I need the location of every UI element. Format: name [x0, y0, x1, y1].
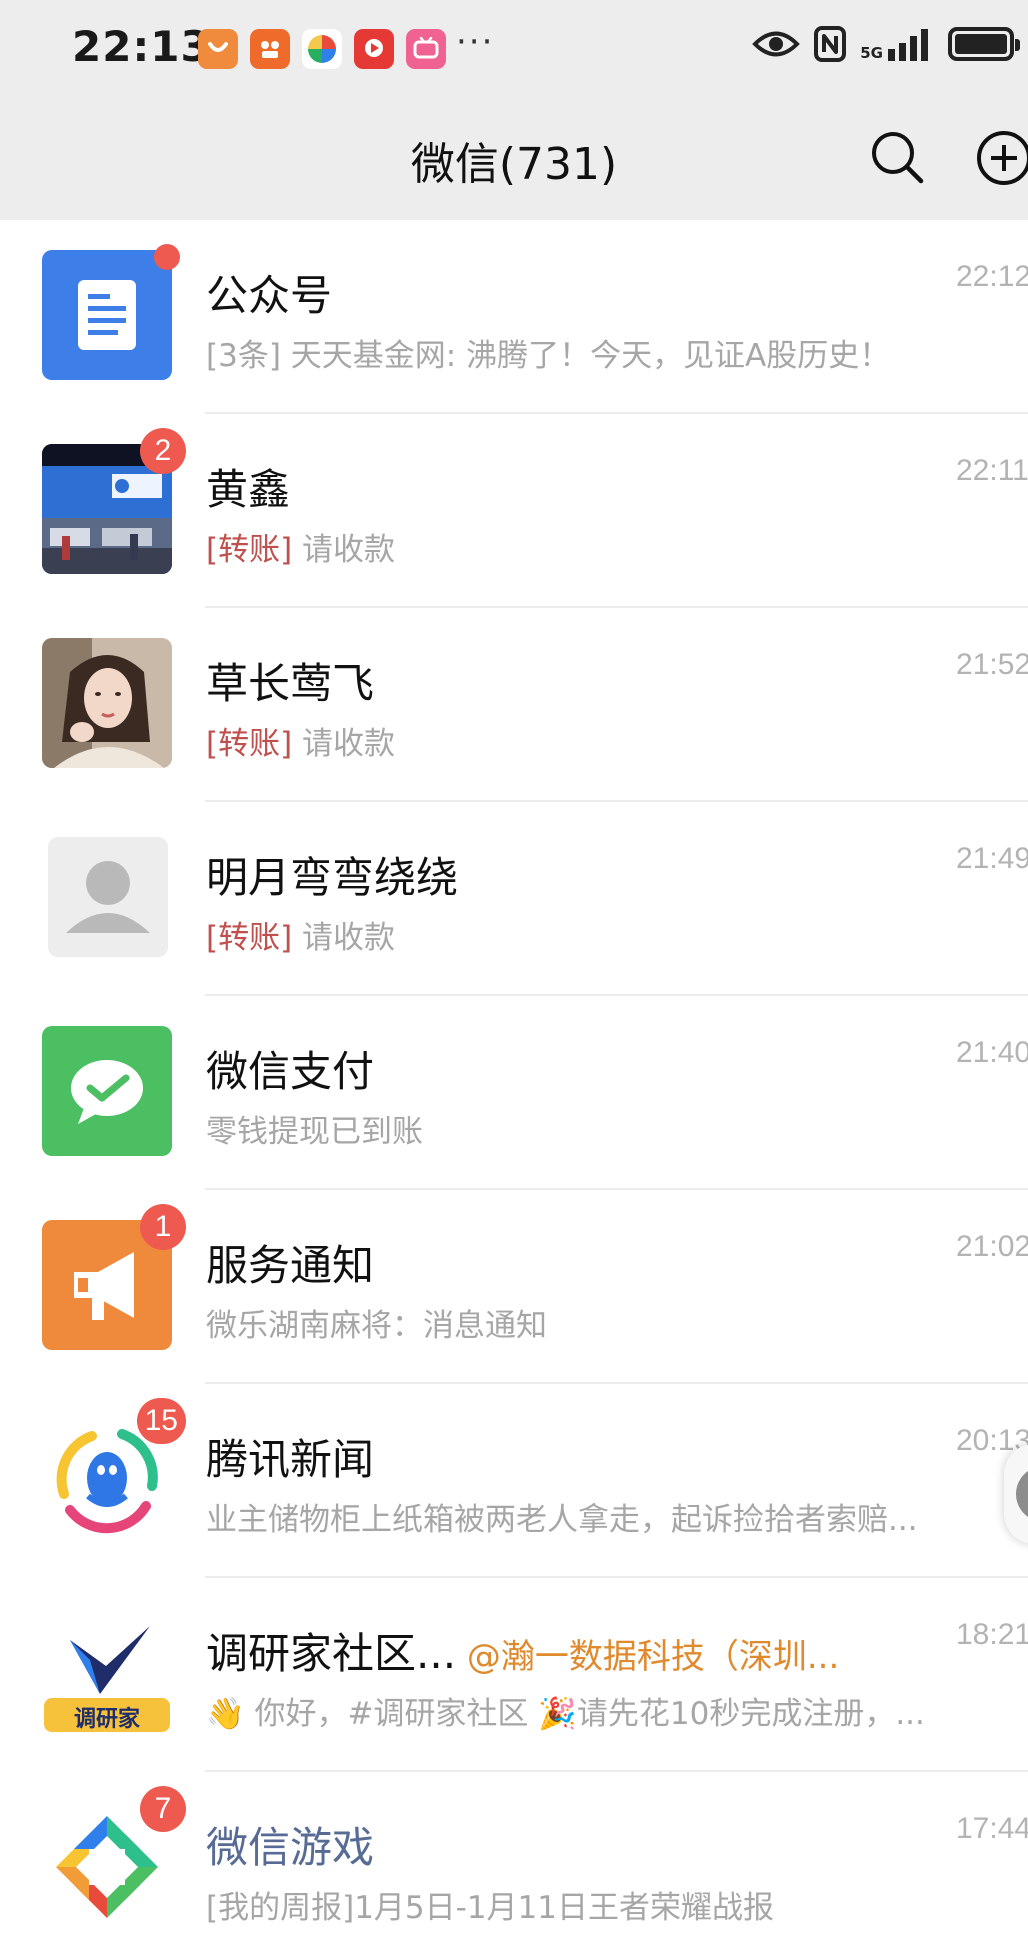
avatar-container: 2 [42, 428, 186, 574]
chat-preview-text: 请收款 [292, 920, 396, 956]
chat-name: 微信游戏 [206, 1823, 375, 1872]
transfer-tag: [转账] [206, 920, 293, 956]
unread-badge: 15 [136, 1398, 186, 1444]
chat-time: 18:21 [956, 1618, 1028, 1651]
chat-time: 22:12 [956, 260, 1028, 293]
mention-text: @瀚一数据科技（深圳... [456, 1637, 840, 1677]
chat-row-official-accounts[interactable]: 公众号 [3条] 天天基金网: 沸腾了！今天，见证A股历史！ 22:12 [0, 220, 1028, 414]
battery-icon [948, 27, 1020, 61]
chat-name: 腾讯新闻 [206, 1435, 375, 1484]
chat-preview: 微乐湖南麻将：消息通知 [206, 1300, 996, 1345]
video-app-icon [250, 29, 290, 69]
chat-name: 明月弯弯绕绕 [206, 853, 459, 902]
colorful-app-icon [302, 29, 342, 69]
avatar-container [42, 244, 180, 380]
transfer-tag: [转账] [206, 726, 293, 762]
status-bar: 22:13 ··· 5G [0, 0, 1028, 100]
official-accounts-icon [42, 250, 172, 380]
chat-preview: [3条] 天天基金网: 沸腾了！今天，见证A股历史！ [206, 330, 996, 375]
unread-badge: 2 [140, 428, 186, 474]
chat-preview-text: 👋 你好，#调研家社区 🎉请先花10秒完成注册，... [206, 1696, 925, 1732]
chat-preview: 业主储物柜上纸箱被两老人拿走，起诉捡拾者索赔... [206, 1494, 996, 1539]
avatar-container [42, 1026, 172, 1156]
taobao-icon [198, 29, 238, 69]
add-circle-icon[interactable] [974, 128, 1028, 188]
chat-row-diaoyanjia[interactable]: 调研家 调研家社区... @瀚一数据科技（深圳... 👋 你好，#调研家社区 🎉… [0, 1578, 1028, 1772]
transfer-tag: [转账] [206, 532, 293, 568]
unread-badge: 7 [140, 1786, 186, 1832]
chat-name: 微信支付 [206, 1047, 375, 1096]
chat-preview-text: 请收款 [292, 726, 396, 762]
chat-preview-text: 零钱提现已到账 [206, 1114, 423, 1150]
chat-row-tencent-news[interactable]: 15 腾讯新闻 业主储物柜上纸箱被两老人拿走，起诉捡拾者索赔... 20:13 [0, 1384, 1028, 1578]
floating-window-icon [1016, 1466, 1028, 1522]
chat-row-huangxin[interactable]: 2 黄鑫 [转账] 请收款 22:11 [0, 414, 1028, 608]
chat-list: 公众号 [3条] 天天基金网: 沸腾了！今天，见证A股历史！ 22:12 2 黄… [0, 220, 1028, 1957]
signal-icon: 5G [860, 27, 934, 61]
chat-time: 21:02 [956, 1230, 1028, 1263]
chat-name: 服务通知 [206, 1241, 375, 1290]
chat-name-text: 调研家社区... [206, 1629, 457, 1678]
chat-preview: [转账] 请收款 [206, 718, 996, 763]
status-right-icons: 5G [752, 26, 1020, 62]
avatar-container [42, 832, 172, 962]
chat-name: 公众号 [206, 271, 333, 320]
diaoyanjia-logo: 调研家 [42, 1608, 172, 1738]
nfc-icon [814, 26, 847, 62]
avatar-container [42, 638, 172, 768]
chat-preview: [转账] 请收款 [206, 524, 996, 569]
eye-icon [752, 31, 801, 57]
search-icon[interactable] [868, 128, 926, 186]
diaoyanjia-logo-text: 调研家 [73, 1707, 140, 1732]
chat-name: 黄鑫 [206, 465, 291, 514]
video-red-icon [354, 29, 394, 69]
chat-preview-text: 业主储物柜上纸箱被两老人拿走，起诉捡拾者索赔... [206, 1502, 918, 1538]
chat-time: 21:40 [956, 1036, 1028, 1069]
chat-time: 21:49 [956, 842, 1028, 875]
chat-row-mingyue[interactable]: 明月弯弯绕绕 [转账] 请收款 21:49 [0, 802, 1028, 996]
floating-window-handle[interactable] [1004, 1444, 1028, 1544]
chat-row-wechat-pay[interactable]: 微信支付 零钱提现已到账 21:40 [0, 996, 1028, 1190]
chat-name: 调研家社区... @瀚一数据科技（深圳... [206, 1620, 839, 1681]
chat-time: 17:44 [956, 1812, 1028, 1845]
chat-preview-text: [我的周报]1月5日-1月11日王者荣耀战报 [206, 1890, 774, 1926]
chat-time: 22:11 [956, 454, 1028, 487]
status-more: ··· [456, 22, 495, 62]
status-app-icons [198, 29, 446, 69]
avatar-container: 调研家 [42, 1608, 172, 1738]
chat-row-caochangyingfei[interactable]: 草长莺飞 [转账] 请收款 21:52 [0, 608, 1028, 802]
nav-bar: 微信(731) [0, 100, 1028, 220]
avatar-container: 15 [42, 1398, 186, 1544]
wechat-screen: 22:13 ··· 5G 微信(731) 公众号 [3条] 天天基金网: 沸腾了… [0, 0, 1028, 1957]
chat-preview: 零钱提现已到账 [206, 1106, 996, 1151]
avatar-container: 7 [42, 1786, 186, 1932]
chat-time: 21:52 [956, 648, 1028, 681]
photo-avatar [42, 638, 172, 768]
chat-row-wechat-game[interactable]: 7 微信游戏 [我的周报]1月5日-1月11日王者荣耀战报 17:44 [0, 1772, 1028, 1957]
unread-badge: 1 [140, 1204, 186, 1250]
unread-dot [154, 244, 180, 270]
chat-preview: [转账] 请收款 [206, 912, 996, 957]
wechat-pay-icon [42, 1026, 172, 1156]
chat-preview-text: 请收款 [292, 532, 396, 568]
chat-preview: [我的周报]1月5日-1月11日王者荣耀战报 [206, 1882, 996, 1927]
bilibili-icon [406, 29, 446, 69]
chat-name: 草长莺飞 [206, 659, 375, 708]
chat-preview-text: [3条] 天天基金网: 沸腾了！今天，见证A股历史！ [206, 338, 891, 374]
avatar-container: 1 [42, 1204, 186, 1350]
chat-preview: 👋 你好，#调研家社区 🎉请先花10秒完成注册，... [206, 1688, 996, 1733]
network-label: 5G [860, 44, 883, 62]
chat-preview-text: 微乐湖南麻将：消息通知 [206, 1308, 547, 1344]
status-time: 22:13 [72, 22, 211, 71]
default-person-avatar [48, 837, 168, 957]
chat-row-service-notice[interactable]: 1 服务通知 微乐湖南麻将：消息通知 21:02 [0, 1190, 1028, 1384]
